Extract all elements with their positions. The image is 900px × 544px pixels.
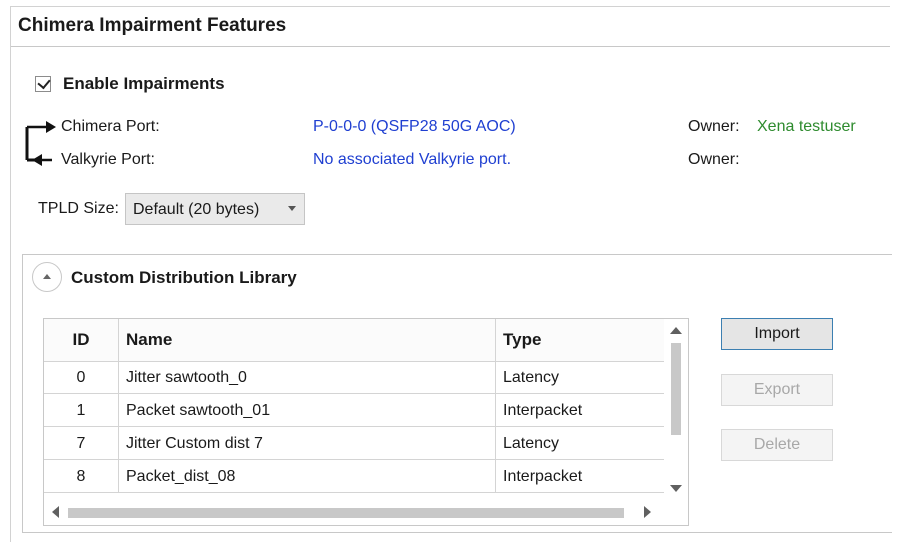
bracket-arrow-icon	[25, 121, 56, 166]
cell-name: Jitter sawtooth_0	[119, 361, 496, 394]
valkyrie-owner-label: Owner:	[688, 151, 740, 168]
scroll-left-icon[interactable]	[52, 506, 59, 518]
table-row[interactable]: 0 Jitter sawtooth_0 Latency	[44, 361, 664, 394]
chimera-port-link[interactable]: P-0-0-0 (QSFP28 50G AOC)	[313, 118, 516, 136]
header-divider	[11, 46, 890, 47]
column-header-id[interactable]: ID	[44, 319, 119, 361]
tpld-size-dropdown[interactable]: Default (20 bytes)	[125, 193, 305, 225]
check-icon	[37, 75, 51, 90]
table-row[interactable]: 7 Jitter Custom dist 7 Latency	[44, 427, 664, 460]
collapse-button[interactable]	[32, 262, 62, 292]
chimera-port-label: Chimera Port:	[61, 118, 160, 135]
chimera-owner-value: Xena testuser	[757, 118, 856, 135]
enable-impairments-label: Enable Impairments	[63, 74, 225, 93]
table-row[interactable]: 8 Packet_dist_08 Interpacket	[44, 460, 664, 493]
table-row[interactable]: 1 Packet sawtooth_01 Interpacket	[44, 394, 664, 427]
cell-type: Latency	[503, 435, 560, 452]
panel-border-top	[10, 6, 890, 7]
chevron-up-icon	[43, 274, 51, 279]
cell-id: 7	[44, 427, 119, 460]
column-header-name[interactable]: Name	[119, 319, 496, 361]
chevron-down-icon	[288, 206, 296, 211]
vertical-scrollbar[interactable]	[664, 319, 688, 499]
panel-border-left	[10, 6, 11, 542]
chimera-owner-label: Owner:	[688, 118, 740, 135]
valkyrie-port-link[interactable]: No associated Valkyrie port.	[313, 151, 511, 169]
table-header: ID Name Type	[44, 319, 664, 362]
group-title: Custom Distribution Library	[71, 268, 297, 287]
cell-type: Interpacket	[503, 468, 583, 485]
column-header-type[interactable]: Type	[496, 319, 664, 361]
import-button[interactable]: Import	[721, 318, 833, 350]
scroll-up-icon[interactable]	[670, 327, 682, 334]
tpld-size-value: Default (20 bytes)	[133, 201, 260, 218]
page-title: Chimera Impairment Features	[18, 15, 287, 36]
cell-id: 1	[44, 394, 119, 427]
valkyrie-port-label: Valkyrie Port:	[61, 151, 155, 168]
export-button[interactable]: Export	[721, 374, 833, 406]
distribution-table: ID Name Type 0 Jitter sawtooth_0 Latency…	[43, 318, 689, 526]
tpld-size-label: TPLD Size:	[38, 200, 119, 217]
cell-id: 8	[44, 460, 119, 493]
delete-button[interactable]: Delete	[721, 429, 833, 461]
enable-impairments-checkbox[interactable]	[35, 75, 51, 92]
scroll-down-icon[interactable]	[670, 485, 682, 492]
cell-type: Interpacket	[503, 402, 583, 419]
cell-id: 0	[44, 361, 119, 394]
cell-name: Packet_dist_08	[119, 460, 496, 493]
horizontal-scrollbar[interactable]	[44, 499, 664, 525]
scroll-right-icon[interactable]	[644, 506, 651, 518]
cell-name: Packet sawtooth_01	[119, 394, 496, 427]
cell-type: Latency	[503, 369, 560, 386]
vertical-scroll-thumb[interactable]	[671, 343, 681, 435]
horizontal-scroll-thumb[interactable]	[68, 508, 624, 518]
cell-name: Jitter Custom dist 7	[119, 427, 496, 460]
